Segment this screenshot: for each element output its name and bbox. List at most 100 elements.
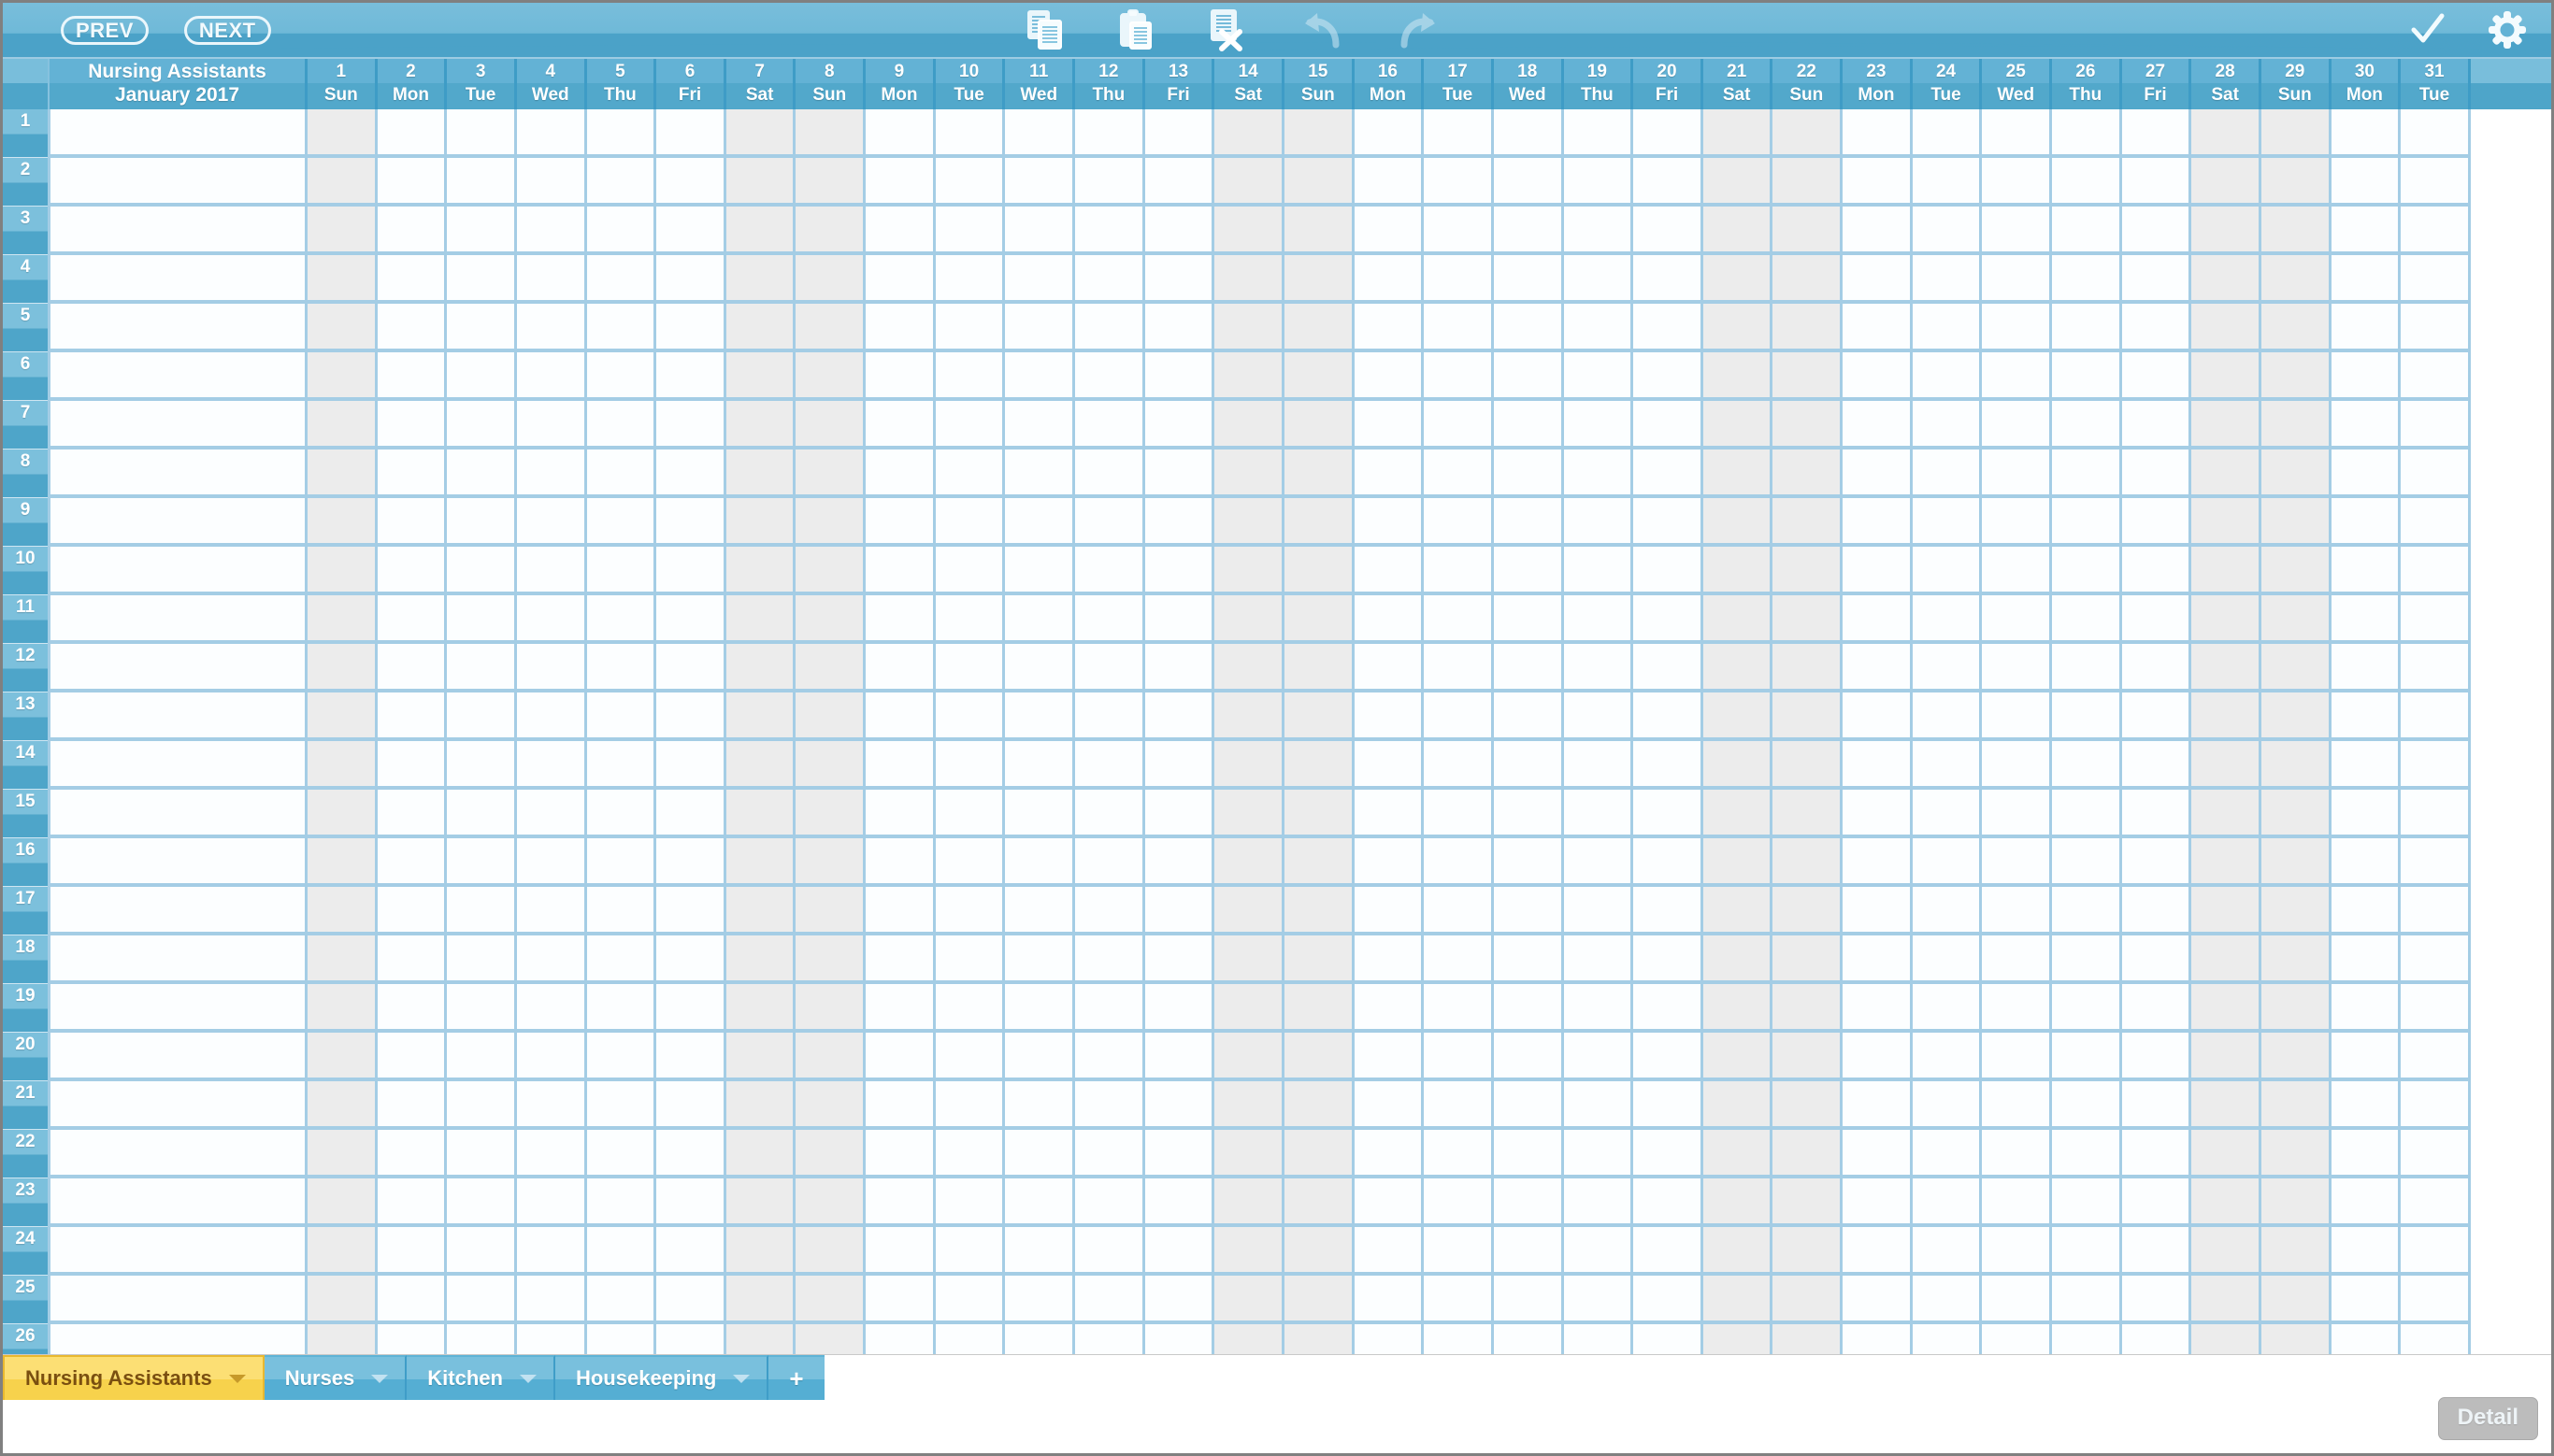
- shift-cell[interactable]: [1563, 401, 1634, 450]
- shift-cell[interactable]: [1772, 838, 1844, 887]
- shift-cell[interactable]: [1354, 1033, 1425, 1081]
- shift-cell[interactable]: [2260, 1081, 2332, 1130]
- shift-cell[interactable]: [447, 1276, 517, 1324]
- shift-cell[interactable]: [1284, 352, 1355, 401]
- shift-cell[interactable]: [2052, 352, 2122, 401]
- shift-cell[interactable]: [1843, 595, 1913, 644]
- shift-cell[interactable]: [725, 790, 796, 838]
- shift-cell[interactable]: [2191, 109, 2261, 158]
- shift-cell[interactable]: [586, 158, 657, 207]
- shift-cell[interactable]: [796, 498, 867, 547]
- shift-cell[interactable]: [1772, 1081, 1844, 1130]
- shift-cell[interactable]: [1354, 838, 1425, 887]
- shift-cell[interactable]: [377, 1276, 448, 1324]
- shift-cell[interactable]: [1912, 547, 1983, 595]
- shift-cell[interactable]: [1075, 498, 1145, 547]
- shift-cell[interactable]: [1144, 984, 1215, 1033]
- shift-cell[interactable]: [2121, 109, 2192, 158]
- shift-cell[interactable]: [1982, 1276, 2053, 1324]
- shift-cell[interactable]: [1702, 450, 1773, 498]
- shift-cell[interactable]: [1075, 935, 1145, 984]
- shift-cell[interactable]: [1772, 741, 1844, 790]
- shift-cell[interactable]: [1354, 644, 1425, 692]
- tab-nurses[interactable]: Nurses: [264, 1355, 408, 1400]
- shift-cell[interactable]: [1772, 692, 1844, 741]
- day-column-header-31[interactable]: 31 Tue: [2401, 59, 2471, 109]
- shift-cell[interactable]: [2331, 1227, 2402, 1276]
- shift-cell[interactable]: [447, 352, 517, 401]
- shift-cell[interactable]: [1843, 887, 1913, 935]
- shift-cell[interactable]: [1772, 595, 1844, 644]
- shift-cell[interactable]: [1424, 692, 1494, 741]
- shift-cell[interactable]: [1772, 450, 1844, 498]
- employee-name-cell[interactable]: [48, 1276, 308, 1324]
- shift-cell[interactable]: [1563, 595, 1634, 644]
- shift-cell[interactable]: [2260, 692, 2332, 741]
- shift-cell[interactable]: [935, 692, 1006, 741]
- shift-cell[interactable]: [1424, 1276, 1494, 1324]
- shift-cell[interactable]: [725, 1130, 796, 1178]
- shift-cell[interactable]: [725, 741, 796, 790]
- shift-cell[interactable]: [1912, 935, 1983, 984]
- shift-cell[interactable]: [1702, 109, 1773, 158]
- shift-cell[interactable]: [2121, 401, 2192, 450]
- shift-cell[interactable]: [935, 401, 1006, 450]
- shift-cell[interactable]: [866, 1227, 936, 1276]
- shift-cell[interactable]: [2052, 984, 2122, 1033]
- shift-cell[interactable]: [1772, 255, 1844, 304]
- shift-cell[interactable]: [308, 304, 378, 352]
- shift-cell[interactable]: [377, 450, 448, 498]
- shift-cell[interactable]: [2401, 109, 2471, 158]
- day-column-header-10[interactable]: 10 Tue: [935, 59, 1006, 109]
- shift-cell[interactable]: [308, 352, 378, 401]
- shift-cell[interactable]: [796, 255, 867, 304]
- shift-cell[interactable]: [1354, 692, 1425, 741]
- shift-cell[interactable]: [2052, 547, 2122, 595]
- shift-cell[interactable]: [1702, 1227, 1773, 1276]
- shift-cell[interactable]: [1633, 207, 1703, 255]
- tab-kitchen[interactable]: Kitchen: [407, 1355, 555, 1400]
- shift-cell[interactable]: [2401, 1276, 2471, 1324]
- shift-cell[interactable]: [796, 838, 867, 887]
- shift-cell[interactable]: [1563, 741, 1634, 790]
- shift-cell[interactable]: [1982, 450, 2053, 498]
- paste-icon[interactable]: [1117, 9, 1155, 55]
- shift-cell[interactable]: [656, 1276, 726, 1324]
- shift-cell[interactable]: [1284, 255, 1355, 304]
- shift-cell[interactable]: [1563, 109, 1634, 158]
- shift-cell[interactable]: [1982, 304, 2053, 352]
- shift-cell[interactable]: [1912, 595, 1983, 644]
- shift-cell[interactable]: [1633, 1033, 1703, 1081]
- shift-cell[interactable]: [2331, 547, 2402, 595]
- shift-cell[interactable]: [1214, 1033, 1284, 1081]
- add-tab-button[interactable]: +: [768, 1355, 825, 1400]
- shift-cell[interactable]: [377, 790, 448, 838]
- shift-cell[interactable]: [866, 984, 936, 1033]
- shift-cell[interactable]: [2260, 935, 2332, 984]
- shift-cell[interactable]: [586, 887, 657, 935]
- shift-cell[interactable]: [2401, 790, 2471, 838]
- shift-cell[interactable]: [1493, 1227, 1564, 1276]
- shift-cell[interactable]: [1843, 838, 1913, 887]
- shift-cell[interactable]: [1493, 595, 1564, 644]
- shift-cell[interactable]: [1843, 1276, 1913, 1324]
- shift-cell[interactable]: [725, 547, 796, 595]
- day-column-header-12[interactable]: 12 Thu: [1075, 59, 1145, 109]
- shift-cell[interactable]: [1772, 1033, 1844, 1081]
- shift-cell[interactable]: [935, 741, 1006, 790]
- shift-cell[interactable]: [1843, 207, 1913, 255]
- redo-icon[interactable]: [1397, 9, 1440, 55]
- shift-cell[interactable]: [1424, 401, 1494, 450]
- shift-cell[interactable]: [1424, 1130, 1494, 1178]
- shift-cell[interactable]: [1424, 498, 1494, 547]
- tab-housekeeping[interactable]: Housekeeping: [554, 1355, 769, 1400]
- shift-cell[interactable]: [1284, 1227, 1355, 1276]
- shift-cell[interactable]: [447, 1178, 517, 1227]
- shift-cell[interactable]: [866, 547, 936, 595]
- shift-cell[interactable]: [1284, 109, 1355, 158]
- grid-body[interactable]: 1 2 3 4 5 6 7 8 9 10 11 12 13 14 15 16 17 18 19 20 21 22 23 24 2…: [3, 109, 2551, 1365]
- day-column-header-5[interactable]: 5 Thu: [586, 59, 657, 109]
- shift-cell[interactable]: [1563, 1178, 1634, 1227]
- shift-cell[interactable]: [2191, 790, 2261, 838]
- shift-cell[interactable]: [1005, 352, 1076, 401]
